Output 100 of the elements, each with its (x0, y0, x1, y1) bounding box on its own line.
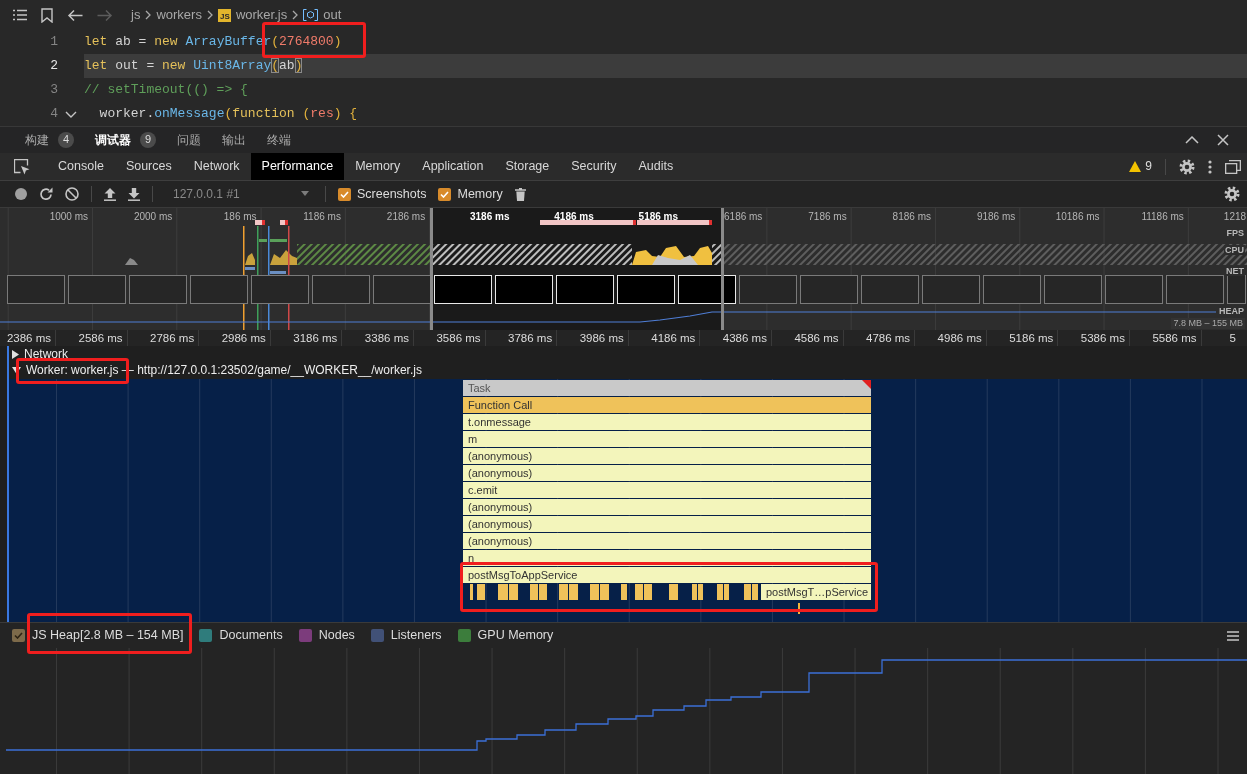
flame-entry[interactable]: postMsgT…pService (761, 584, 871, 600)
breadcrumb-item[interactable]: worker.js (235, 7, 288, 23)
devtools-tab[interactable]: Sources (114, 153, 183, 180)
devtools-tab[interactable]: Performance (250, 153, 345, 180)
settings-icon[interactable] (1224, 186, 1240, 202)
screenshot-thumbnail[interactable] (861, 275, 919, 304)
breadcrumb-item[interactable]: workers (156, 7, 202, 23)
target-select[interactable]: 127.0.0.1 #1 (165, 186, 313, 202)
time-label: 5186 ms (1009, 332, 1054, 344)
flame-entry[interactable]: Task (463, 380, 871, 396)
fps-bar (270, 239, 287, 242)
screenshot-thumbnail[interactable] (373, 275, 431, 304)
counter-label[interactable]: GPU Memory (477, 628, 554, 643)
flame-entry[interactable]: (anonymous) (463, 533, 871, 549)
screenshot-thumbnail[interactable] (251, 275, 309, 304)
download-icon[interactable] (128, 187, 140, 201)
flame-entry[interactable]: (anonymous) (463, 448, 871, 464)
record-icon[interactable] (15, 188, 27, 200)
flame-entry[interactable]: (anonymous) (463, 499, 871, 515)
chevron-up-icon[interactable] (1185, 136, 1199, 144)
outline-icon[interactable] (13, 9, 27, 21)
panel-tab[interactable]: 终端 (267, 132, 291, 148)
screenshot-thumbnail[interactable] (312, 275, 370, 304)
back-arrow-icon[interactable] (67, 8, 83, 22)
screenshot-thumbnail[interactable] (1166, 275, 1224, 304)
range-handle[interactable] (721, 208, 724, 330)
fold-chevron-icon[interactable] (65, 110, 77, 118)
fps-bar (259, 239, 267, 242)
checkbox-label[interactable]: Screenshots (357, 186, 427, 202)
screenshot-thumbnail[interactable] (7, 275, 65, 304)
devtools-tab[interactable]: Memory (344, 153, 412, 180)
menu-icon[interactable] (1227, 630, 1239, 641)
screenshot-thumbnail[interactable] (1044, 275, 1102, 304)
devtools-tab[interactable]: Application (411, 153, 495, 180)
warnings-button[interactable]: 9 (1129, 159, 1152, 174)
screenshot-thumbnail[interactable] (129, 275, 187, 304)
time-label: 4186 ms (554, 211, 594, 222)
screenshot-thumbnail[interactable] (922, 275, 980, 304)
time-label: 1218 (1223, 211, 1247, 222)
flame-entry[interactable]: m (463, 431, 871, 447)
panel-tab[interactable]: 问题 (177, 132, 201, 148)
long-frame-marker[interactable] (255, 220, 265, 225)
time-label: 7186 ms (808, 211, 847, 222)
time-label: 8186 ms (892, 211, 931, 222)
flame-entry[interactable]: t.onmessage (463, 414, 871, 430)
track-header[interactable]: Network (9, 346, 1247, 362)
line-number: 2 (49, 57, 58, 75)
inspect-icon[interactable] (14, 158, 30, 175)
long-frame-marker[interactable] (540, 220, 636, 225)
checkbox[interactable] (338, 187, 351, 201)
panel-tab[interactable]: 输出 (222, 132, 246, 148)
clear-icon[interactable] (65, 187, 79, 201)
more-icon[interactable] (1208, 159, 1212, 174)
checkbox[interactable] (438, 187, 452, 201)
flame-entry[interactable]: c.emit (463, 482, 871, 498)
flame-entry[interactable]: postMsgToAppService (463, 567, 871, 583)
counter-label[interactable]: Listeners (390, 628, 442, 643)
breadcrumb-item[interactable]: out (323, 7, 342, 23)
devtools-tab[interactable]: Storage (494, 153, 561, 180)
screenshot-thumbnail[interactable] (983, 275, 1041, 304)
counter-label[interactable]: Nodes (318, 628, 355, 643)
forward-arrow-icon[interactable] (97, 8, 113, 22)
devtools-tab[interactable]: Security (560, 153, 628, 180)
code-line: worker.onMessage(function (res) { (98, 106, 359, 122)
devtools-tab[interactable]: Audits (627, 153, 685, 180)
chevron-right-icon (206, 10, 213, 20)
devtools-tab[interactable]: Network (182, 153, 251, 180)
long-frame-marker[interactable] (280, 220, 288, 225)
range-handle[interactable] (430, 208, 433, 330)
counter-label[interactable]: JS Heap[2.8 MB – 154 MB] (32, 628, 184, 643)
counter-checkbox[interactable] (457, 629, 471, 642)
bookmark-icon[interactable] (41, 7, 53, 23)
panel-tab[interactable]: 构建 4 (25, 132, 74, 148)
counter-checkbox[interactable] (298, 629, 312, 642)
long-frame-marker[interactable] (637, 220, 712, 225)
screenshot-thumbnail[interactable] (190, 275, 248, 304)
screenshot-thumbnail[interactable] (1105, 275, 1163, 304)
breadcrumb-item[interactable]: js (131, 7, 141, 23)
reload-icon[interactable] (39, 187, 53, 201)
paint-activity-area (652, 255, 698, 265)
settings-icon[interactable] (1179, 158, 1195, 175)
devtools-tab[interactable]: Console (47, 153, 115, 180)
screenshot-thumbnail[interactable] (800, 275, 858, 304)
upload-icon[interactable] (104, 187, 116, 201)
counter-label[interactable]: Documents (219, 628, 283, 643)
screenshot-thumbnail[interactable] (68, 275, 126, 304)
flame-entry[interactable]: (anonymous) (463, 465, 871, 481)
time-label: 4386 ms (722, 332, 767, 344)
screenshot-thumbnail[interactable] (739, 275, 797, 304)
trash-icon[interactable] (514, 187, 526, 201)
counter-checkbox[interactable] (199, 629, 213, 642)
dock-icon[interactable] (1225, 159, 1241, 174)
screenshot-thumbnail[interactable] (1227, 275, 1246, 304)
counter-checkbox[interactable] (12, 629, 25, 642)
flame-entry[interactable]: (anonymous) (463, 516, 871, 532)
checkbox-label[interactable]: Memory (457, 186, 503, 202)
panel-tab[interactable]: 调试器 9 (95, 132, 156, 148)
counter-checkbox[interactable] (370, 629, 384, 642)
flame-entry[interactable]: Function Call (463, 397, 871, 413)
close-icon[interactable] (1217, 134, 1229, 146)
